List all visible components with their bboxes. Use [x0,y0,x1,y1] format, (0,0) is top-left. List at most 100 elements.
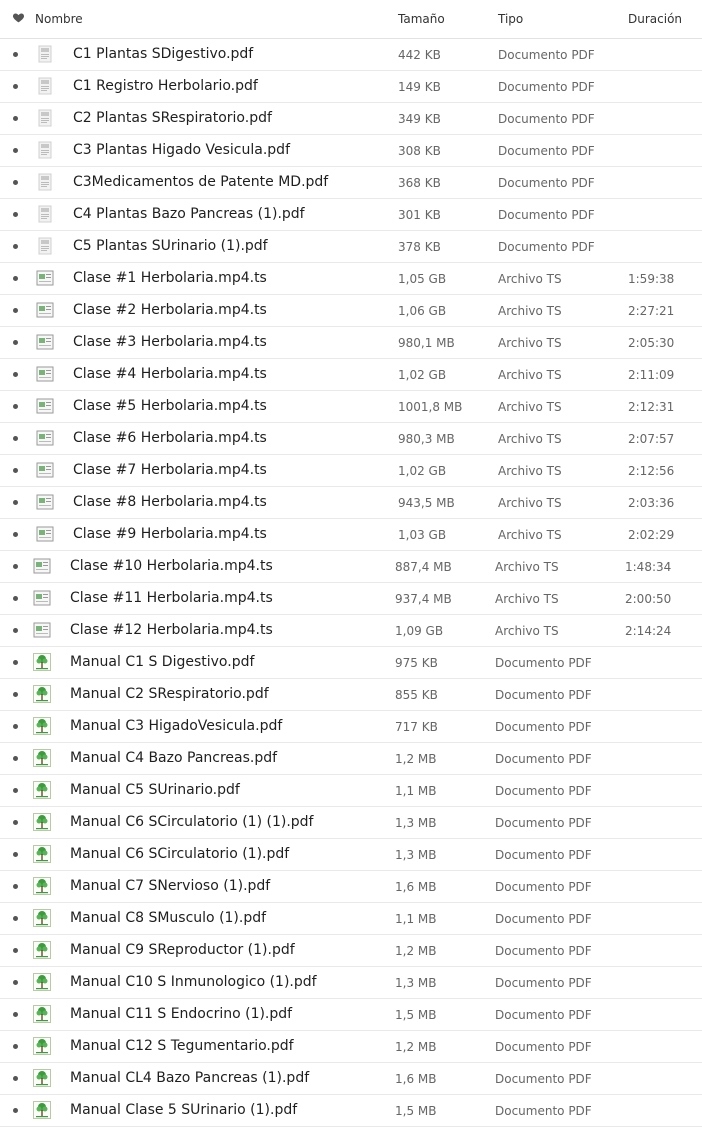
tree-thumbnail-icon [33,941,51,959]
table-row[interactable]: Manual C3 HigadoVesicula.pdf 717 KB Docume… [0,711,702,743]
heart-icon[interactable] [12,11,25,24]
file-name[interactable]: Manual C12 S Tegumentario.pdf [70,1038,294,1054]
file-size: 980,1 MB [398,336,455,350]
file-name[interactable]: Clase #5 Herbolaria.mp4.ts [73,398,267,414]
file-size: 1001,8 MB [398,400,463,414]
video-thumbnail-icon [33,589,51,607]
file-name[interactable]: C3 Plantas Higado Vesicula.pdf [73,142,290,158]
file-type: Documento PDF [498,240,595,254]
file-duration: 2:14:24 [625,624,672,638]
bullet-icon [13,1076,18,1081]
table-row[interactable]: Manual C5 SUrinario.pdf 1,1 MB Documento P… [0,775,702,807]
file-name[interactable]: Clase #3 Herbolaria.mp4.ts [73,334,267,350]
file-name[interactable]: Clase #11 Herbolaria.mp4.ts [70,590,273,606]
file-name[interactable]: Manual CL4 Bazo Pancreas (1).pdf [70,1070,309,1086]
file-type: Documento PDF [495,848,592,862]
column-header-size[interactable]: Tamaño [398,12,445,26]
table-row[interactable]: Manual C9 SReproductor (1).pdf 1,2 MB Docu… [0,935,702,967]
file-name[interactable]: C2 Plantas SRespiratorio.pdf [73,110,272,126]
file-name[interactable]: Manual C8 SMusculo (1).pdf [70,910,266,926]
file-name[interactable]: C1 Registro Herbolario.pdf [73,78,258,94]
bullet-icon [13,788,18,793]
table-row[interactable]: Clase #6 Herbolaria.mp4.ts 980,3 MB Archiv… [0,423,702,455]
column-header-type[interactable]: Tipo [498,12,523,26]
bullet-icon [13,1012,18,1017]
table-row[interactable]: Clase #3 Herbolaria.mp4.ts 980,1 MB Archiv… [0,327,702,359]
file-name[interactable]: Clase #8 Herbolaria.mp4.ts [73,494,267,510]
table-row[interactable]: Clase #9 Herbolaria.mp4.ts 1,03 GB Archivo… [0,519,702,551]
table-row[interactable]: Manual C7 SNervioso (1).pdf 1,6 MB Documen… [0,871,702,903]
bullet-icon [13,660,18,665]
file-name[interactable]: Manual C7 SNervioso (1).pdf [70,878,270,894]
table-row[interactable]: C3Medicamentos de Patente MD.pdf 368 KB Do… [0,167,702,199]
file-name[interactable]: Manual C4 Bazo Pancreas.pdf [70,750,277,766]
file-type: Documento PDF [498,80,595,94]
table-row[interactable]: Manual C11 S Endocrino (1).pdf 1,5 MB Docu… [0,999,702,1031]
file-name[interactable]: Clase #9 Herbolaria.mp4.ts [73,526,267,542]
file-name[interactable]: Manual C6 SCirculatorio (1).pdf [70,846,289,862]
table-row[interactable]: Manual CL4 Bazo Pancreas (1).pdf 1,6 MB Do… [0,1063,702,1095]
table-row[interactable]: Clase #1 Herbolaria.mp4.ts 1,05 GB Archivo… [0,263,702,295]
table-row[interactable]: Manual C1 S Digestivo.pdf 975 KB Documento… [0,647,702,679]
table-row[interactable]: Manual C6 SCirculatorio (1) (1).pdf 1,3 M… [0,807,702,839]
file-name[interactable]: Manual Clase 5 SUrinario (1).pdf [70,1102,297,1118]
table-row[interactable]: Manual C8 SMusculo (1).pdf 1,1 MB Document… [0,903,702,935]
column-header-name[interactable]: Nombre [35,12,83,26]
file-name[interactable]: Manual C1 S Digestivo.pdf [70,654,254,670]
table-row[interactable]: C1 Plantas SDigestivo.pdf 442 KB Documento… [0,39,702,71]
table-row[interactable]: Clase #4 Herbolaria.mp4.ts 1,02 GB Archivo… [0,359,702,391]
column-header-duration[interactable]: Duración [628,12,682,26]
table-row[interactable]: C4 Plantas Bazo Pancreas (1).pdf 301 KB Do… [0,199,702,231]
file-name[interactable]: Manual C11 S Endocrino (1).pdf [70,1006,292,1022]
file-name[interactable]: Clase #7 Herbolaria.mp4.ts [73,462,267,478]
table-row[interactable]: Clase #10 Herbolaria.mp4.ts 887,4 MB Archi… [0,551,702,583]
tree-thumbnail-icon [33,909,51,927]
file-type: Archivo TS [498,400,562,414]
table-row[interactable]: Clase #7 Herbolaria.mp4.ts 1,02 GB Archivo… [0,455,702,487]
file-name[interactable]: Clase #4 Herbolaria.mp4.ts [73,366,267,382]
file-type: Documento PDF [495,656,592,670]
file-name[interactable]: Manual C2 SRespiratorio.pdf [70,686,269,702]
file-name[interactable]: Clase #6 Herbolaria.mp4.ts [73,430,267,446]
table-row[interactable]: Manual C10 S Inmunologico (1).pdf 1,3 MB D… [0,967,702,999]
file-name[interactable]: Manual C6 SCirculatorio (1) (1).pdf [70,814,313,830]
file-duration: 2:12:31 [628,400,675,414]
file-name[interactable]: C4 Plantas Bazo Pancreas (1).pdf [73,206,305,222]
bullet-icon [13,308,18,313]
file-name[interactable]: Clase #2 Herbolaria.mp4.ts [73,302,267,318]
file-size: 378 KB [398,240,441,254]
file-name[interactable]: Clase #12 Herbolaria.mp4.ts [70,622,273,638]
file-name[interactable]: Clase #1 Herbolaria.mp4.ts [73,270,267,286]
file-type: Documento PDF [495,816,592,830]
file-size: 1,5 MB [395,1104,437,1118]
tree-thumbnail-icon [33,1069,51,1087]
bullet-icon [13,596,18,601]
table-row[interactable]: C3 Plantas Higado Vesicula.pdf 308 KB Docu… [0,135,702,167]
file-name[interactable]: Manual C5 SUrinario.pdf [70,782,240,798]
table-row[interactable]: Clase #5 Herbolaria.mp4.ts 1001,8 MB Archi… [0,391,702,423]
table-row[interactable]: Manual Clase 5 SUrinario (1).pdf 1,5 MB Do… [0,1095,702,1127]
file-name[interactable]: C5 Plantas SUrinario (1).pdf [73,238,268,254]
file-type: Documento PDF [495,880,592,894]
table-row[interactable]: Manual C4 Bazo Pancreas.pdf 1,2 MB Documen… [0,743,702,775]
file-name[interactable]: C3Medicamentos de Patente MD.pdf [73,174,328,190]
file-name[interactable]: Manual C10 S Inmunologico (1).pdf [70,974,317,990]
table-row[interactable]: Clase #11 Herbolaria.mp4.ts 937,4 MB Archi… [0,583,702,615]
bullet-icon [13,148,18,153]
file-name[interactable]: Clase #10 Herbolaria.mp4.ts [70,558,273,574]
table-row[interactable]: C5 Plantas SUrinario (1).pdf 378 KB Docume… [0,231,702,263]
table-row[interactable]: Clase #8 Herbolaria.mp4.ts 943,5 MB Archiv… [0,487,702,519]
file-type: Documento PDF [495,912,592,926]
table-row[interactable]: Manual C6 SCirculatorio (1).pdf 1,3 MB Doc… [0,839,702,871]
table-row[interactable]: C1 Registro Herbolario.pdf 149 KB Document… [0,71,702,103]
video-thumbnail-icon [36,429,54,447]
file-name[interactable]: Manual C3 HigadoVesicula.pdf [70,718,282,734]
table-row[interactable]: C2 Plantas SRespiratorio.pdf 349 KB Docume… [0,103,702,135]
file-type: Archivo TS [498,272,562,286]
file-name[interactable]: C1 Plantas SDigestivo.pdf [73,46,253,62]
table-row[interactable]: Manual C2 SRespiratorio.pdf 855 KB Documen… [0,679,702,711]
table-row[interactable]: Manual C12 S Tegumentario.pdf 1,2 MB Docum… [0,1031,702,1063]
file-name[interactable]: Manual C9 SReproductor (1).pdf [70,942,295,958]
table-row[interactable]: Clase #2 Herbolaria.mp4.ts 1,06 GB Archivo… [0,295,702,327]
table-row[interactable]: Clase #12 Herbolaria.mp4.ts 1,09 GB Archiv… [0,615,702,647]
